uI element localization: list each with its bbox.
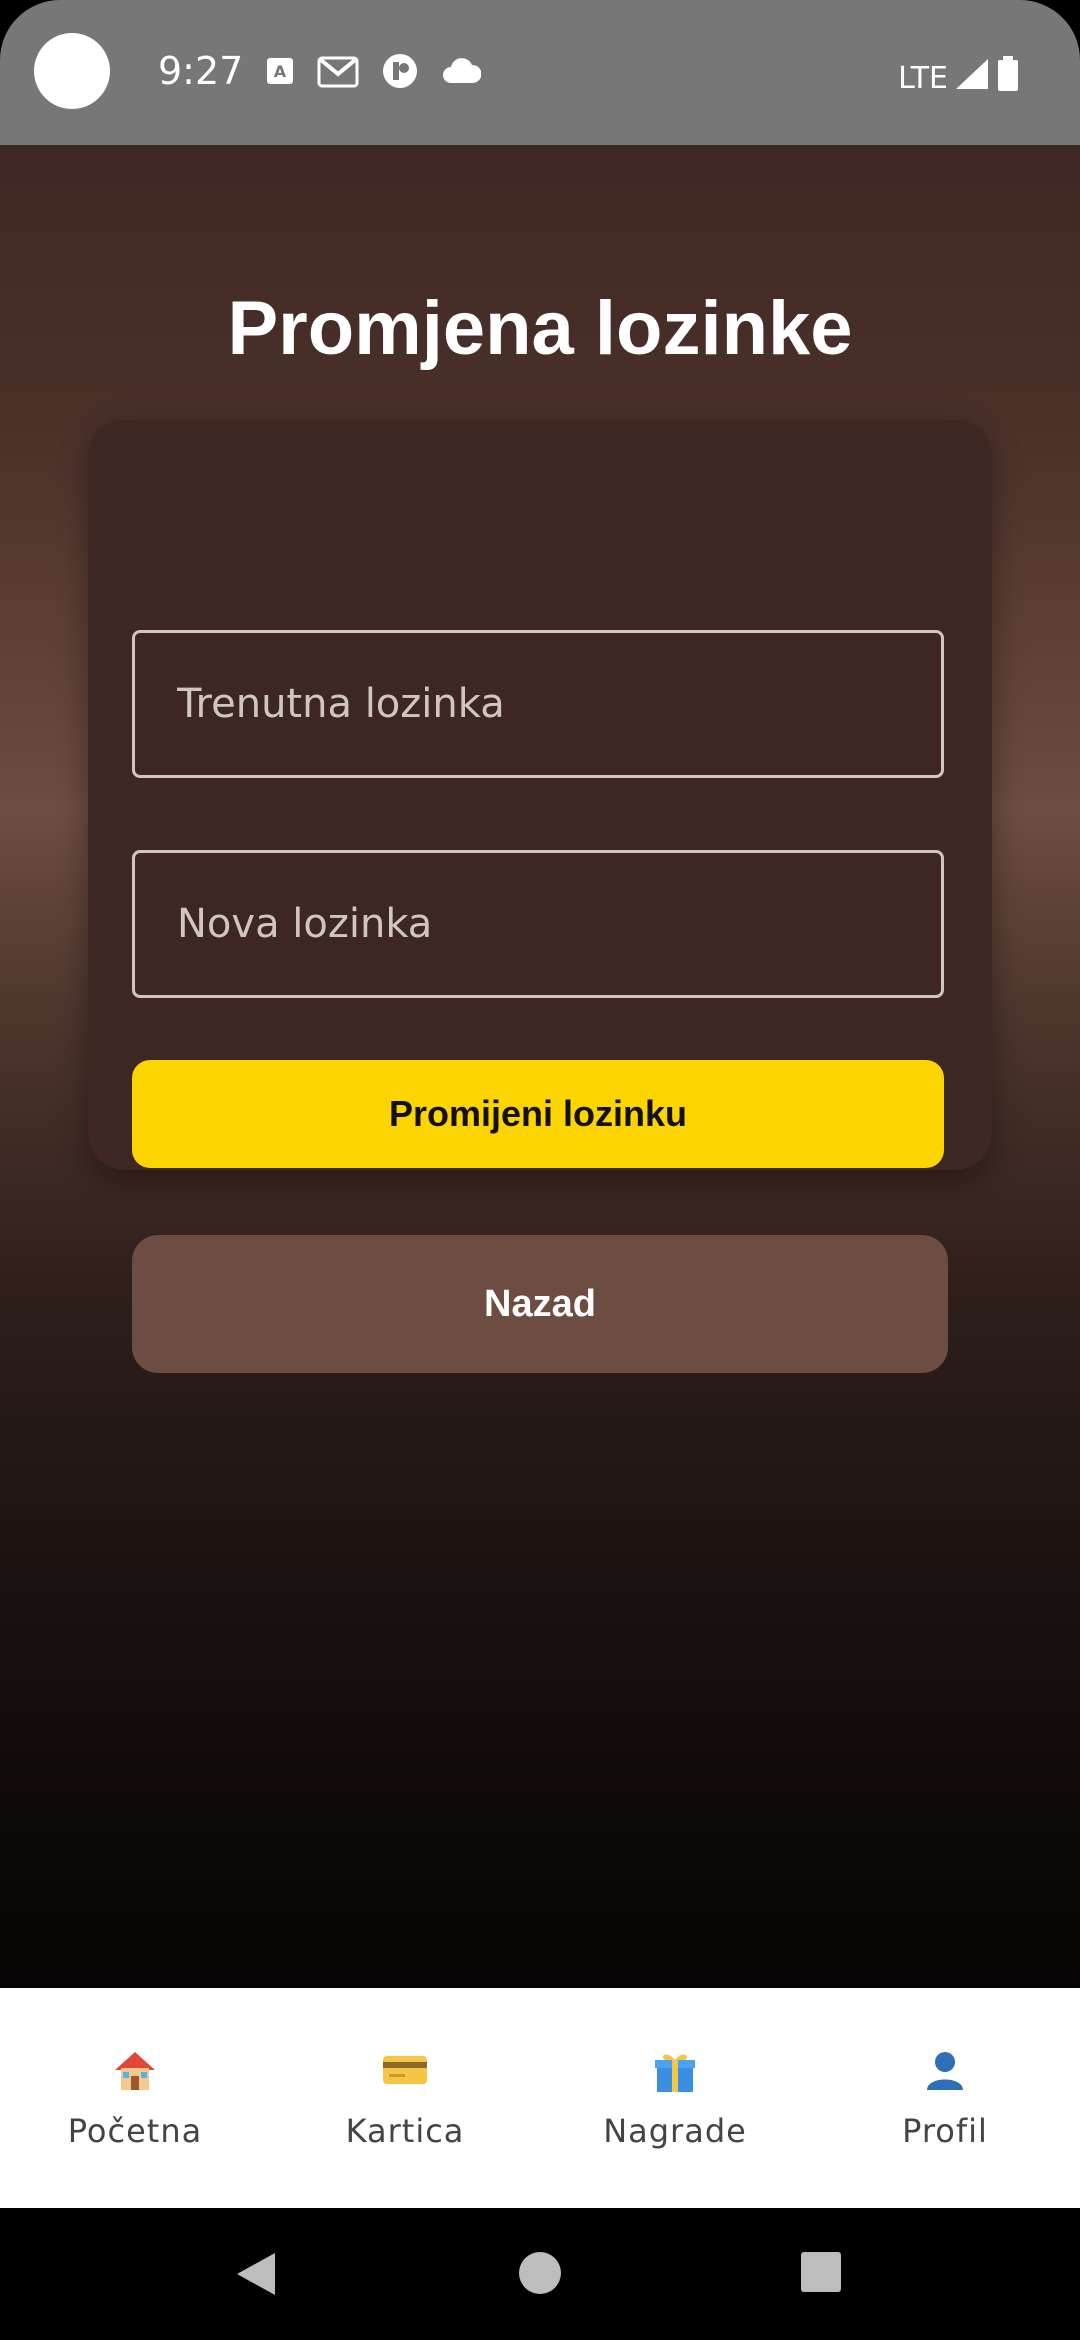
password-form-card: Promijeni lozinku (88, 420, 992, 1170)
nav-label-rewards: Nagrade (603, 2112, 747, 2150)
main-content: Promjena lozinke Promijeni lozinku Nazad (0, 145, 1080, 1988)
credit-card-icon (381, 2046, 429, 2094)
house-icon (111, 2046, 159, 2094)
recents-square-icon[interactable] (800, 2251, 842, 2297)
gift-icon (651, 2046, 699, 2094)
user-icon (921, 2046, 969, 2094)
status-time: 9:27 (158, 49, 244, 93)
nav-item-profile[interactable]: Profil (810, 2046, 1080, 2150)
bottom-navigation: Početna Kartica Nagrade Profil (0, 1988, 1080, 2208)
font-notification-icon: A (265, 56, 295, 86)
new-password-input[interactable] (135, 853, 941, 995)
camera-cutout (34, 33, 110, 109)
gmail-icon (317, 54, 359, 88)
nav-label-profile: Profil (902, 2112, 988, 2150)
nav-label-card: Kartica (345, 2112, 465, 2150)
app-notification-icon (381, 52, 419, 90)
signal-icon (954, 57, 990, 99)
network-type: LTE (898, 60, 948, 96)
notification-icons: A (265, 52, 481, 90)
back-triangle-icon[interactable] (235, 2251, 277, 2301)
battery-icon (996, 56, 1020, 100)
home-circle-icon[interactable] (518, 2251, 562, 2299)
nav-label-home: Početna (67, 2112, 203, 2150)
status-right-group: LTE (898, 56, 1020, 100)
nav-item-home[interactable]: Početna (0, 2046, 270, 2150)
cloud-icon (441, 57, 481, 85)
system-navigation-bar (0, 2208, 1080, 2340)
svg-text:A: A (274, 62, 287, 81)
phone-screen: 9:27 A LTE Promjena lozinke Promijeni lo… (0, 0, 1080, 2340)
current-password-input[interactable] (135, 633, 941, 775)
current-password-field[interactable] (132, 630, 944, 778)
new-password-field[interactable] (132, 850, 944, 998)
change-password-button[interactable]: Promijeni lozinku (132, 1060, 944, 1168)
back-button[interactable]: Nazad (132, 1235, 948, 1373)
nav-item-card[interactable]: Kartica (270, 2046, 540, 2150)
nav-item-rewards[interactable]: Nagrade (540, 2046, 810, 2150)
status-bar: 9:27 A LTE (0, 0, 1080, 145)
page-title: Promjena lozinke (227, 286, 853, 371)
